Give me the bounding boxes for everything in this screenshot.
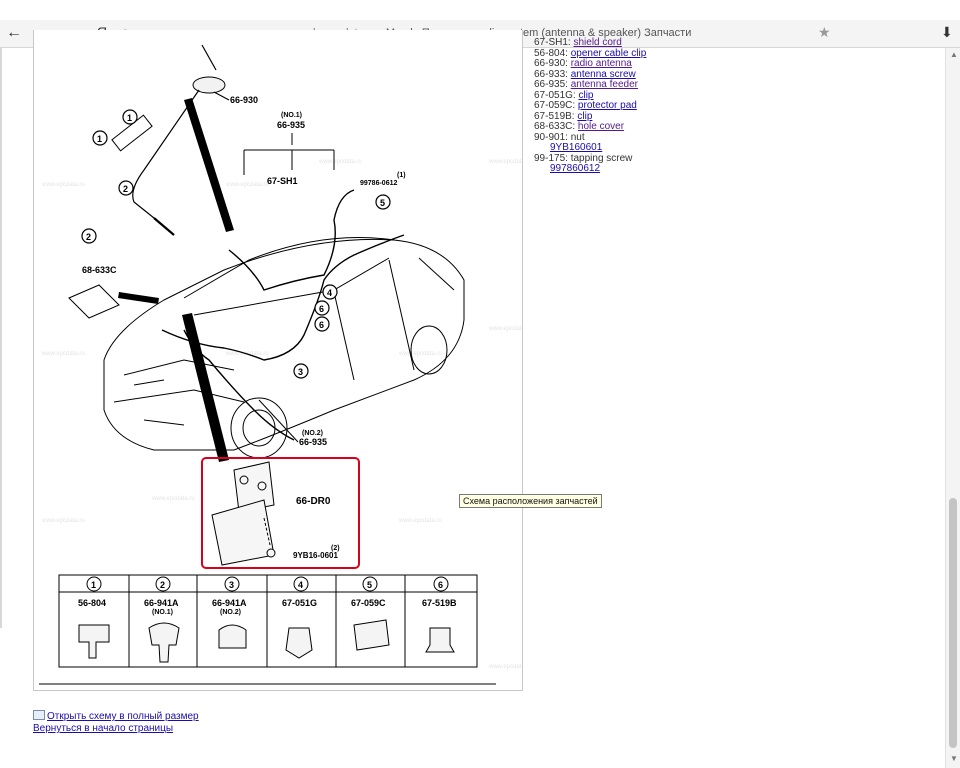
part-code: 66-935: [534,79,568,90]
image-icon [33,710,45,720]
scroll-up-icon[interactable]: ▲ [950,50,958,59]
legend-sub-no2: (NO.2) [220,609,241,616]
amplifier-highlight[interactable]: 66-DR0 9YB16-0601 (2) [201,457,360,569]
hole-cover-pad [68,284,120,319]
radio-antenna [111,44,226,236]
watermark: www.epcdata.ru [41,182,85,188]
legend-num-6: 6 [438,580,443,590]
page-scrollbar[interactable]: ▲ ▼ [945,48,960,768]
back-to-top-link[interactable]: Вернуться в начало страницы [33,723,199,735]
watermark: www.epcdata.ru [398,518,442,524]
legend-num-1: 1 [91,580,96,590]
part-code: 90-901: [534,131,568,143]
marker-2: 2 [123,184,128,194]
parts-diagram[interactable]: www.epcdata.ru www.epcdata.ru www.epcdat… [34,30,522,690]
diagram-callouts: 66-930 (NO.1) 66-935 67-SH1 99786-0612 (… [82,91,406,447]
part-code: 67-051G: [534,89,576,101]
callout-99786: 99786-0612 [360,180,397,187]
part-link[interactable]: antenna screw [571,69,636,80]
watermark: www.epcdata.ru [151,496,195,502]
legend-num-3: 3 [229,580,234,590]
legend-code-56-804: 56-804 [78,598,106,608]
pointer-arrows [118,98,234,462]
part-link[interactable]: antenna feeder [571,79,638,90]
watermark: www.epcdata.ru [488,326,522,332]
marker-5: 5 [380,198,385,208]
marker-3: 3 [298,367,303,377]
part-code: 67-519B: [534,110,575,122]
part-link[interactable]: protector pad [578,100,637,111]
scroll-down-icon[interactable]: ▼ [950,754,958,763]
left-edge [0,48,2,628]
bottom-links: Открыть схему в полный размер Вернуться … [33,710,199,735]
callout-no1: (NO.1) [281,112,302,119]
legend-code-66-941a-no2: 66-941A [212,598,247,608]
diagram-tooltip: Схема расположения запчастей [459,494,602,508]
part-code: 66-930: [534,58,568,69]
watermark: www.epcdata.ru [318,159,362,165]
part-link[interactable]: shield cord [573,37,621,48]
part-link[interactable]: hole cover [578,121,624,132]
callout-2-qty: (2) [331,545,340,552]
callout-67-sh1: 67-SH1 [267,176,298,186]
part-code: 67-059C: [534,100,576,111]
open-full-size-label: Открыть схему в полный размер [47,711,199,722]
part-code: 67-SH1: [534,37,571,48]
parts-list: 67-SH1: shield cord 56-804: opener cable … [534,37,834,175]
watermark: www.epcdata.ru [41,351,85,357]
open-full-size-link[interactable]: Открыть схему в полный размер [33,710,199,723]
back-arrow-icon[interactable]: ← [6,23,22,43]
part-code: 56-804: [534,47,568,59]
window-top-strip [0,0,960,20]
part-link[interactable]: opener cable clip [571,48,647,59]
watermark: www.epcdata.ru [488,664,522,670]
legend-code-67-059c: 67-059C [351,598,386,608]
part-name: nut [570,131,585,143]
watermark: www.epcdata.ru [398,351,442,357]
part-row: 997860612 [534,163,834,175]
part-code: 99-175: [534,152,568,164]
marker-1: 1 [127,113,132,123]
callout-66-935-bot: 66-935 [299,437,327,447]
part-name: tapping screw [570,152,633,164]
legend-code-66-941a-no1: 66-941A [144,598,179,608]
legend-code-67-051g: 67-051G [282,598,317,608]
watermark: www.epcdata.ru [225,182,269,188]
callout-66-930: 66-930 [230,95,258,105]
legend-num-2: 2 [160,580,165,590]
part-link[interactable]: clip [577,111,592,122]
callout-66-dr0: 66-DR0 [296,496,331,507]
legend-num-4: 4 [298,580,303,590]
marker-6: 6 [319,304,324,314]
part-code: 68-633C: [534,121,576,132]
callout-66-935-top: 66-935 [277,120,305,130]
marker-6: 6 [319,320,324,330]
part-link[interactable]: radio antenna [571,58,632,69]
part-link[interactable]: 9YB160601 [550,142,602,153]
marker-2: 2 [86,232,91,242]
antenna-feeder-cables [161,189,405,441]
marker-4: 4 [327,288,332,298]
marker-1: 1 [97,134,102,144]
legend-sub-no1: (NO.1) [152,609,173,616]
callout-1-qty: (1) [397,172,406,179]
part-code: 66-933: [534,68,568,80]
legend-code-67-519b: 67-519B [422,598,457,608]
legend-num-5: 5 [367,580,372,590]
circled-markers: 1 1 2 2 3 4 5 6 6 [81,109,391,379]
part-link[interactable]: 997860612 [550,163,600,174]
parts-diagram-frame[interactable]: www.epcdata.ru www.epcdata.ru www.epcdat… [33,30,523,691]
legend-table: 1 2 3 4 5 6 56-804 66-941A 66-941A 67-05… [58,574,478,668]
car-body [103,237,465,459]
callout-no2: (NO.2) [302,430,323,437]
scroll-thumb[interactable] [949,498,957,748]
part-link[interactable]: clip [578,90,593,101]
downloads-icon[interactable]: ⬇ [941,24,953,41]
callout-9yb16: 9YB16-0601 [293,551,338,560]
callout-68-633c: 68-633C [82,265,117,275]
watermark: www.epcdata.ru [488,159,522,165]
watermark: www.epcdata.ru [41,518,85,524]
